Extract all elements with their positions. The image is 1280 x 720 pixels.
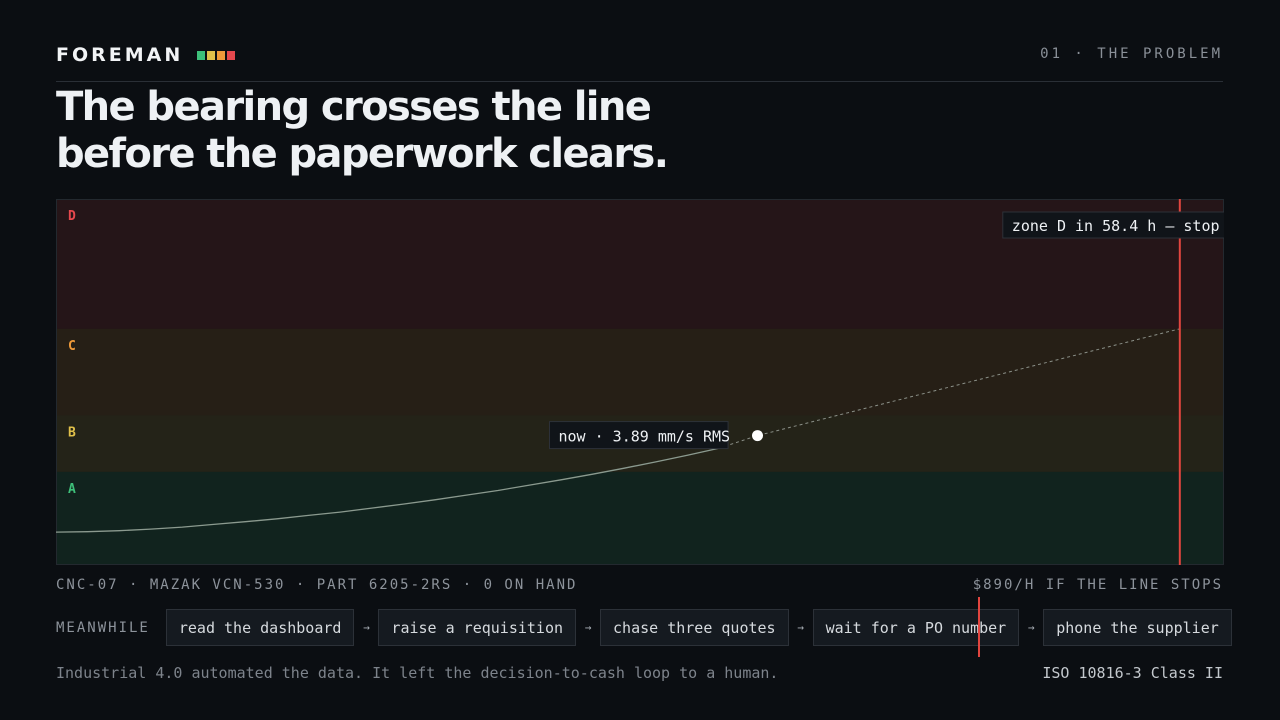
- zone-label-b: B: [68, 425, 76, 440]
- page-title-line-2: before the paperwork clears.: [56, 131, 669, 177]
- brand-bar-c: [217, 50, 226, 60]
- threshold-label: zone D in 58.4 h — stop the machine: [1012, 217, 1224, 235]
- page-title: The bearing crosses the line before the …: [56, 84, 669, 178]
- zone-label-a: A: [68, 482, 76, 497]
- vibration-chart: A B C Dzone D in 58.4 h — stop the machine n…: [56, 199, 1224, 565]
- zone-label-d: D: [68, 209, 76, 224]
- brand-logo: FOREMAN: [56, 44, 236, 66]
- now-label: now · 3.89 mm/s RMS: [559, 428, 731, 446]
- workflow-steps: MEANWHILE read the dashboard → raise a r…: [56, 609, 1232, 646]
- zone-band-c: [56, 328, 1224, 416]
- arrow-right-icon: →: [797, 621, 804, 634]
- footnote: Industrial 4.0 automated the data. It le…: [56, 664, 779, 682]
- brand-bar-d: [227, 50, 236, 60]
- cost-meta: $890/H IF THE LINE STOPS: [972, 577, 1223, 593]
- standard-label: ISO 10816-3 Class II: [1042, 664, 1223, 682]
- section-label: 01 · THE PROBLEM: [1040, 46, 1223, 62]
- arrow-right-icon: →: [1027, 621, 1035, 634]
- step-phone-supplier: phone the supplier: [1043, 609, 1232, 646]
- machine-meta: CNC-07 · MAZAK VCN-530 · PART 6205-2RS ·…: [56, 577, 578, 593]
- brand-bar-a: [197, 50, 206, 60]
- zone-band-a: [56, 471, 1224, 565]
- workflow-label: MEANWHILE: [56, 619, 150, 636]
- arrow-right-icon: →: [363, 621, 370, 634]
- arrow-right-icon: →: [584, 621, 592, 634]
- threshold-marker-extension: [978, 597, 980, 657]
- brand-name: FOREMAN: [56, 44, 184, 66]
- step-raise-requisition: raise a requisition: [378, 609, 577, 646]
- step-read-dashboard: read the dashboard: [165, 609, 355, 646]
- step-chase-quotes: chase three quotes: [600, 609, 789, 646]
- header-divider: [56, 81, 1223, 82]
- step-wait-po: wait for a PO number: [812, 609, 1020, 646]
- vibration-chart-svg: A B C Dzone D in 58.4 h — stop the machine n…: [56, 199, 1224, 565]
- zone-label-c: C: [68, 339, 76, 354]
- page-title-line-1: The bearing crosses the line: [56, 84, 652, 130]
- now-marker: [752, 430, 764, 442]
- brand-bar-b: [207, 50, 216, 60]
- brand-zone-bars: [197, 50, 236, 60]
